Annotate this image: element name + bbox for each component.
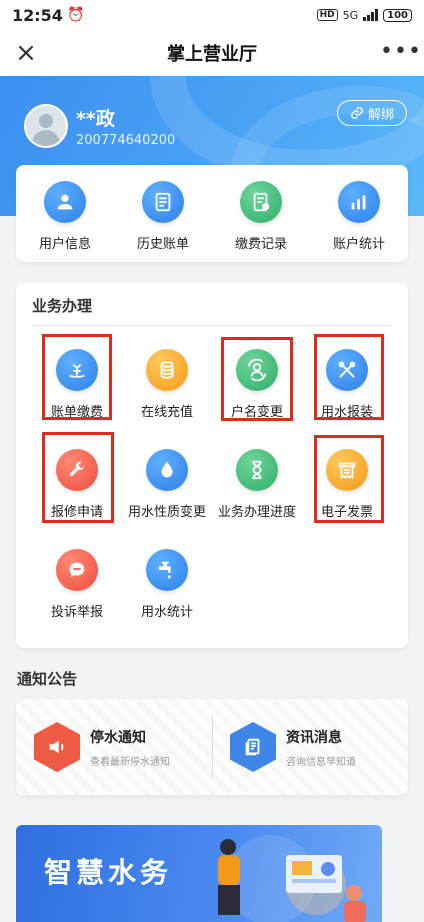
page-title: 掌上营业厅 bbox=[167, 44, 257, 65]
status-indicators: HD 5G 100 bbox=[316, 8, 412, 22]
link-icon bbox=[351, 107, 363, 119]
business-item-complaint[interactable]: 投诉举报 bbox=[32, 549, 122, 620]
notices-title: 通知公告 bbox=[17, 670, 78, 688]
hourglass-icon bbox=[236, 449, 278, 491]
highlight-box bbox=[314, 435, 384, 523]
record-icon bbox=[240, 181, 282, 223]
hd-badge: HD bbox=[316, 9, 338, 21]
business-card: 业务办理 账单缴费 在线充值 户名变更 用水报装 报修申请 用水性质变更 业务办… bbox=[16, 283, 408, 648]
quick-action-label: 历史账单 bbox=[136, 237, 189, 252]
business-item-label: 业务办理进度 bbox=[217, 505, 296, 520]
unbind-button[interactable]: 解绑 bbox=[337, 100, 407, 126]
close-icon[interactable]: × bbox=[10, 37, 42, 69]
title-bar: × 掌上营业厅 ••• bbox=[0, 30, 424, 76]
business-item-online-recharge[interactable]: 在线充值 bbox=[122, 349, 212, 420]
user-id: 200774640200 bbox=[76, 133, 176, 148]
status-bar: 12:54 ⏰ HD 5G 100 bbox=[0, 0, 424, 30]
notice-water-outage[interactable]: 停水通知 查看最新停水通知 bbox=[16, 699, 212, 795]
user-icon bbox=[44, 181, 86, 223]
alarm-icon: ⏰ bbox=[66, 7, 85, 23]
coins-icon bbox=[146, 349, 188, 391]
signal-icon bbox=[363, 9, 379, 21]
smart-water-banner[interactable]: 智慧水务 bbox=[16, 825, 382, 922]
business-title: 业务办理 bbox=[32, 297, 93, 315]
highlight-box bbox=[42, 432, 114, 523]
stats-icon bbox=[338, 181, 380, 223]
notices-card: 停水通知 查看最新停水通知 资讯消息 咨询信息早知道 bbox=[16, 699, 408, 795]
water-drop-icon bbox=[146, 449, 188, 491]
quick-action-user-info[interactable]: 用户信息 bbox=[16, 165, 114, 262]
quick-action-account-stats[interactable]: 账户统计 bbox=[310, 165, 408, 262]
business-item-water-stats[interactable]: 用水统计 bbox=[122, 549, 212, 620]
quick-action-label: 账户统计 bbox=[332, 237, 385, 252]
highlight-box bbox=[42, 334, 112, 420]
notice-news[interactable]: 资讯消息 咨询信息早知道 bbox=[212, 699, 408, 795]
document-icon bbox=[230, 722, 276, 772]
network-label: 5G bbox=[342, 8, 359, 22]
unbind-label: 解绑 bbox=[367, 107, 394, 123]
quick-action-label: 用户信息 bbox=[38, 237, 91, 252]
highlight-box bbox=[314, 334, 384, 420]
notice-subtitle: 咨询信息早知道 bbox=[286, 756, 356, 768]
highlight-box bbox=[221, 337, 293, 421]
quick-action-payment-record[interactable]: 缴费记录 bbox=[212, 165, 310, 262]
quick-action-history-bill[interactable]: 历史账单 bbox=[114, 165, 212, 262]
speaker-icon bbox=[34, 722, 80, 772]
notice-title: 停水通知 bbox=[90, 729, 146, 746]
business-item-water-type-change[interactable]: 用水性质变更 bbox=[122, 449, 212, 520]
business-item-label: 投诉举报 bbox=[50, 605, 103, 620]
divider bbox=[32, 325, 392, 326]
business-item-label: 在线充值 bbox=[140, 405, 193, 420]
bill-icon bbox=[142, 181, 184, 223]
quick-actions-card: 用户信息 历史账单 缴费记录 账户统计 bbox=[16, 165, 408, 262]
banner-text: 智慧水务 bbox=[44, 856, 173, 889]
status-time: 12:54 bbox=[12, 5, 63, 25]
notice-title: 资讯消息 bbox=[286, 729, 342, 746]
business-item-progress[interactable]: 业务办理进度 bbox=[212, 449, 302, 520]
battery-icon: 100 bbox=[383, 8, 412, 22]
banner-illustration bbox=[218, 839, 366, 922]
chat-icon bbox=[56, 549, 98, 591]
avatar[interactable] bbox=[24, 104, 68, 148]
more-options-icon[interactable]: ••• bbox=[380, 37, 421, 69]
quick-action-label: 缴费记录 bbox=[234, 237, 287, 252]
user-name: **政 bbox=[76, 108, 115, 130]
notice-subtitle: 查看最新停水通知 bbox=[90, 756, 170, 768]
battery-level: 100 bbox=[387, 9, 408, 21]
business-item-label: 用水统计 bbox=[140, 605, 193, 620]
business-item-label: 用水性质变更 bbox=[127, 505, 206, 520]
faucet-icon bbox=[146, 549, 188, 591]
